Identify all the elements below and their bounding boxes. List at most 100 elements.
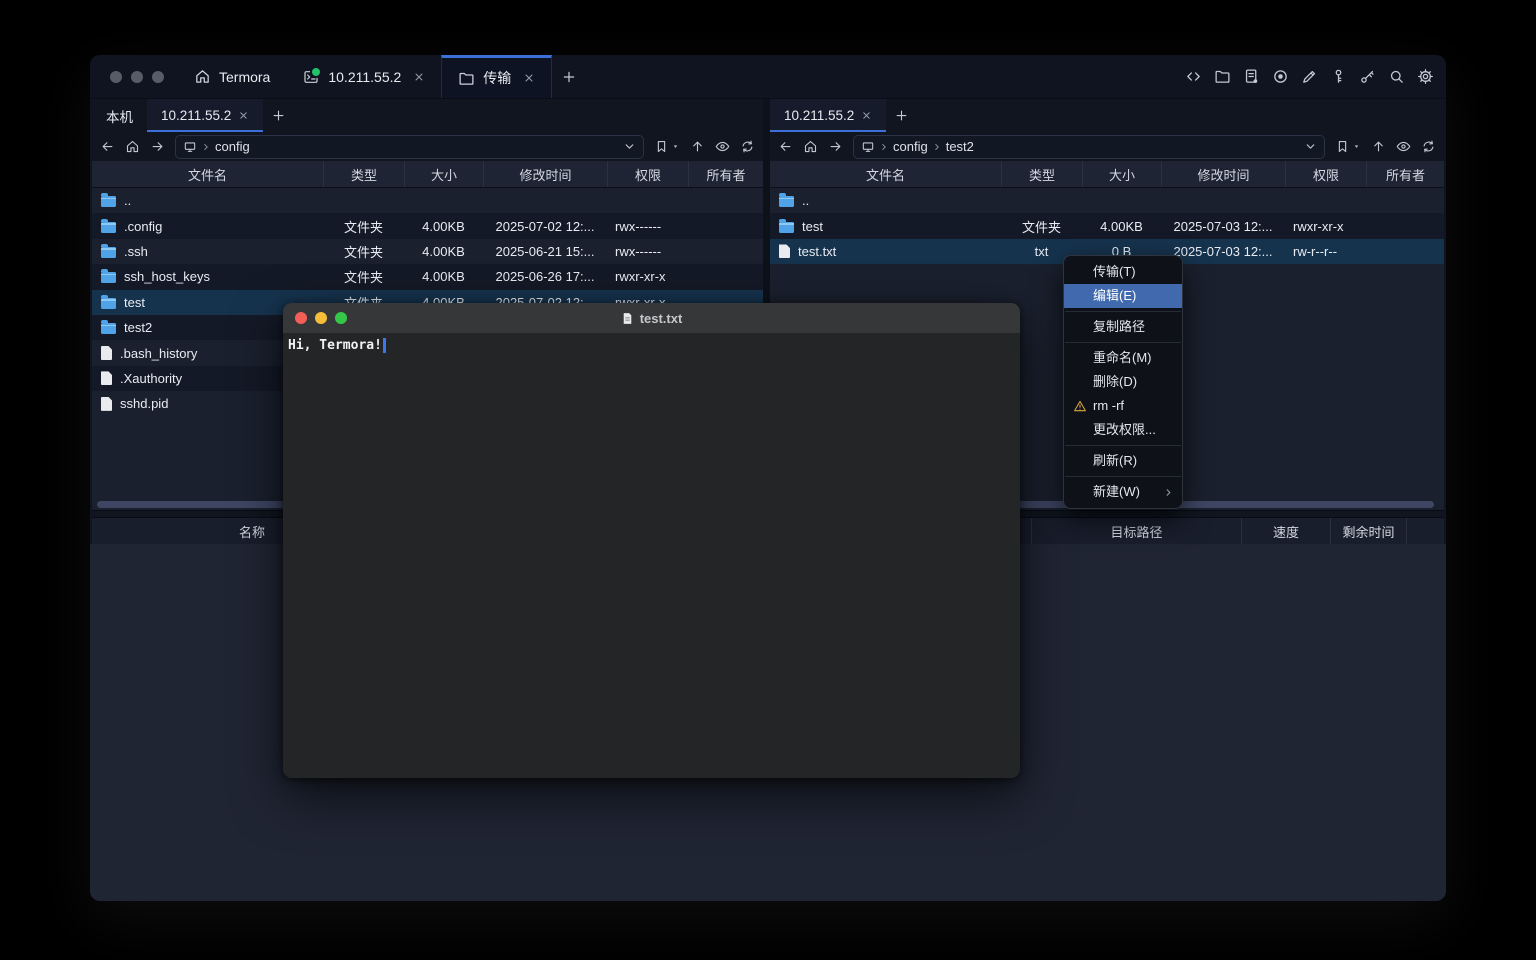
- show-hidden-icon[interactable]: [715, 139, 730, 154]
- menu-item-edit[interactable]: 编辑(E): [1064, 284, 1182, 308]
- tab-label: 10.211.55.2: [161, 108, 231, 123]
- back-icon[interactable]: [778, 139, 793, 154]
- right-path-breadcrumb[interactable]: config test2: [853, 135, 1325, 159]
- tab-local-machine[interactable]: 本机: [92, 99, 147, 132]
- close-tab-icon[interactable]: [861, 110, 872, 121]
- menu-item-new[interactable]: 新建(W): [1064, 480, 1182, 504]
- plus-icon: [894, 108, 909, 123]
- menu-item-refresh[interactable]: 刷新(R): [1064, 449, 1182, 473]
- column-header-mtime[interactable]: 修改时间: [1161, 161, 1285, 187]
- column-header-target[interactable]: 目标路径: [1031, 518, 1241, 544]
- right-panel-toolbar: config test2: [770, 132, 1444, 162]
- column-header-perm[interactable]: 权限: [607, 161, 688, 187]
- keychain-icon[interactable]: [1359, 68, 1376, 85]
- right-panel-tab-bar: 10.211.55.2: [770, 99, 1444, 133]
- breadcrumb-segment[interactable]: config: [215, 139, 250, 154]
- left-panel-tab-bar: 本机 10.211.55.2: [92, 99, 763, 133]
- breadcrumb-segment[interactable]: test2: [946, 139, 974, 154]
- menu-item-delete[interactable]: 删除(D): [1064, 370, 1182, 394]
- column-header-type[interactable]: 类型: [1001, 161, 1082, 187]
- tab-termora[interactable]: Termora: [178, 55, 286, 98]
- menu-item-chmod[interactable]: 更改权限...: [1064, 418, 1182, 442]
- upload-icon[interactable]: [1371, 139, 1386, 154]
- editor-window-controls[interactable]: [295, 312, 347, 324]
- show-hidden-icon[interactable]: [1396, 139, 1411, 154]
- minimize-window-button[interactable]: [131, 71, 143, 83]
- column-header-owner[interactable]: 所有者: [1366, 161, 1444, 187]
- zoom-window-button[interactable]: [335, 312, 347, 324]
- bookmark-button[interactable]: [654, 139, 680, 154]
- refresh-icon[interactable]: [740, 139, 755, 154]
- close-window-button[interactable]: [110, 71, 122, 83]
- key-icon[interactable]: [1330, 68, 1347, 85]
- editor-content[interactable]: Hi, Termora!: [283, 333, 1020, 778]
- code-icon[interactable]: [1185, 68, 1202, 85]
- menu-item-copy-path[interactable]: 复制路径: [1064, 315, 1182, 339]
- forward-icon[interactable]: [828, 139, 843, 154]
- window-controls[interactable]: [110, 71, 164, 83]
- column-header-remaining[interactable]: 剩余时间: [1330, 518, 1406, 544]
- column-header-name[interactable]: 文件名: [92, 161, 323, 187]
- new-tab-button[interactable]: [552, 55, 586, 98]
- new-panel-tab-button[interactable]: [263, 99, 293, 132]
- minimize-window-button[interactable]: [315, 312, 327, 324]
- tab-remote-host[interactable]: 10.211.55.2: [147, 99, 263, 132]
- table-row[interactable]: ..: [92, 188, 763, 213]
- breadcrumb-segment[interactable]: config: [893, 139, 928, 154]
- folder-icon[interactable]: [1214, 68, 1231, 85]
- right-table-header: 文件名 类型 大小 修改时间 权限 所有者: [770, 161, 1444, 188]
- table-row[interactable]: .ssh 文件夹 4.00KB 2025-06-21 15:... rwx---…: [92, 239, 763, 264]
- column-header-size[interactable]: 大小: [1082, 161, 1161, 187]
- refresh-icon[interactable]: [1421, 139, 1436, 154]
- bookmark-button[interactable]: [1335, 139, 1361, 154]
- column-header-size[interactable]: 大小: [404, 161, 483, 187]
- file-name: .Xauthority: [120, 371, 182, 386]
- record-icon[interactable]: [1272, 68, 1289, 85]
- home-icon[interactable]: [803, 139, 818, 154]
- zoom-window-button[interactable]: [152, 71, 164, 83]
- new-panel-tab-button[interactable]: [886, 99, 916, 132]
- table-row[interactable]: test 文件夹 4.00KB 2025-07-03 12:... rwxr-x…: [770, 213, 1444, 238]
- column-header-type[interactable]: 类型: [323, 161, 404, 187]
- settings-icon[interactable]: [1417, 68, 1434, 85]
- close-tab-icon[interactable]: [523, 72, 535, 84]
- tab-transfer[interactable]: 传输: [441, 55, 552, 98]
- home-icon[interactable]: [125, 139, 140, 154]
- dropdown-triangle-icon[interactable]: [1352, 142, 1361, 151]
- editor-titlebar[interactable]: test.txt: [283, 303, 1020, 333]
- menu-item-transfer[interactable]: 传输(T): [1064, 260, 1182, 284]
- main-tab-bar: Termora 10.211.55.2 传输: [178, 55, 586, 98]
- tab-host-session[interactable]: 10.211.55.2: [286, 55, 441, 98]
- tab-remote-host[interactable]: 10.211.55.2: [770, 99, 886, 132]
- forward-icon[interactable]: [150, 139, 165, 154]
- chevron-down-icon[interactable]: [1304, 140, 1317, 153]
- menu-item-rm-rf[interactable]: rm -rf: [1064, 394, 1182, 418]
- column-header-perm[interactable]: 权限: [1285, 161, 1366, 187]
- folder-icon: [101, 323, 116, 334]
- column-header-name[interactable]: 文件名: [770, 161, 1001, 187]
- left-path-breadcrumb[interactable]: config: [175, 135, 644, 159]
- close-window-button[interactable]: [295, 312, 307, 324]
- column-header-owner[interactable]: 所有者: [688, 161, 763, 187]
- log-icon[interactable]: [1243, 68, 1260, 85]
- editor-text: Hi, Termora!: [288, 338, 382, 353]
- search-icon[interactable]: [1388, 68, 1405, 85]
- column-header-mtime[interactable]: 修改时间: [483, 161, 607, 187]
- close-tab-icon[interactable]: [413, 71, 425, 83]
- menu-item-rename[interactable]: 重命名(M): [1064, 346, 1182, 370]
- file-name: ssh_host_keys: [124, 269, 210, 284]
- upload-icon[interactable]: [690, 139, 705, 154]
- back-icon[interactable]: [100, 139, 115, 154]
- table-row[interactable]: .config 文件夹 4.00KB 2025-07-02 12:... rwx…: [92, 213, 763, 238]
- menu-separator: [1065, 445, 1181, 446]
- table-row[interactable]: ssh_host_keys 文件夹 4.00KB 2025-06-26 17:.…: [92, 264, 763, 289]
- edit-icon[interactable]: [1301, 68, 1318, 85]
- editor-window: test.txt Hi, Termora!: [283, 303, 1020, 778]
- dropdown-triangle-icon[interactable]: [671, 142, 680, 151]
- close-tab-icon[interactable]: [238, 110, 249, 121]
- file-name: .ssh: [124, 244, 148, 259]
- column-header-speed[interactable]: 速度: [1241, 518, 1330, 544]
- table-row[interactable]: ..: [770, 188, 1444, 213]
- tab-label: 10.211.55.2: [328, 69, 401, 85]
- chevron-down-icon[interactable]: [623, 140, 636, 153]
